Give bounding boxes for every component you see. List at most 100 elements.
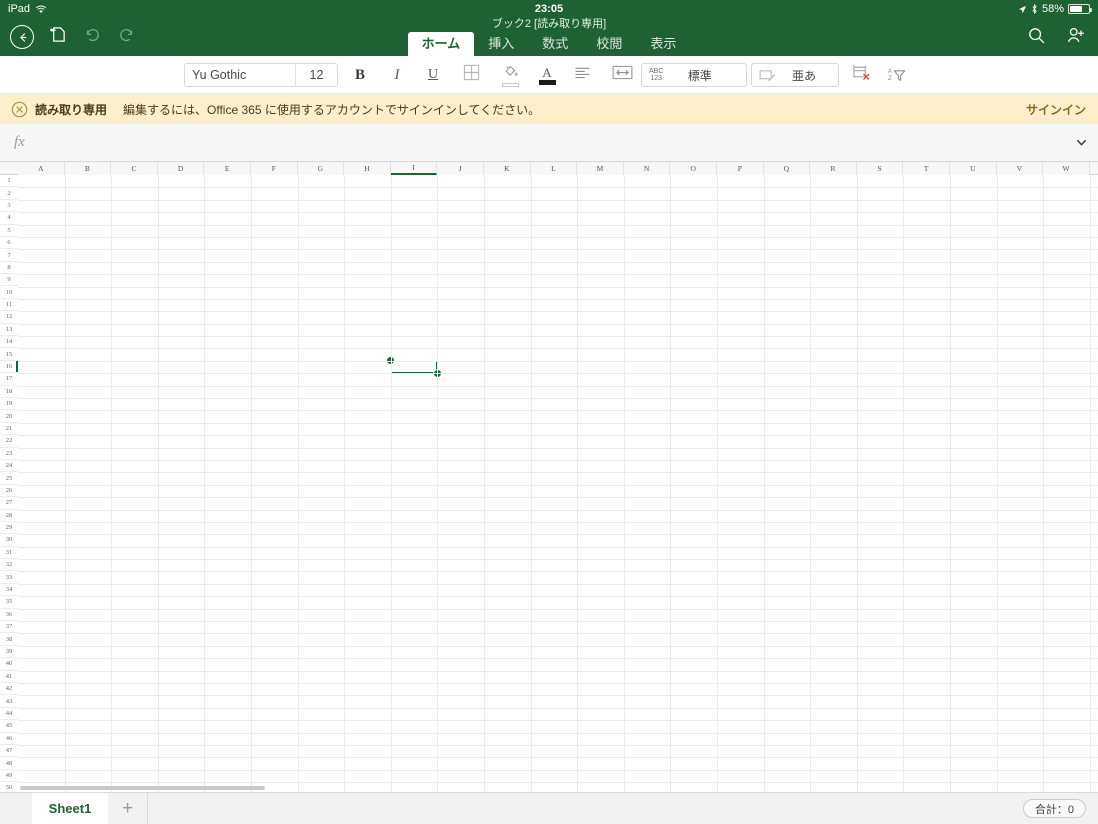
row-header-15[interactable]: 15 <box>0 348 18 361</box>
spreadsheet-grid[interactable]: ABCDEFGHIJKLMNOPQRSTUVW 1 2 3 4 5 6 7 8 9 10 11 12 1… <box>0 162 1098 792</box>
tab-home[interactable]: ホーム <box>407 32 475 56</box>
row-header-43[interactable]: 43 <box>0 695 18 708</box>
row-header-27[interactable]: 27 <box>0 497 18 510</box>
row-header-47[interactable]: 47 <box>0 744 18 758</box>
row-header-13[interactable]: 13 <box>0 323 18 337</box>
row-header-26[interactable]: 26 <box>0 484 18 498</box>
row-header-6[interactable]: 6 <box>0 236 18 250</box>
row-header-32[interactable]: 32 <box>0 559 18 572</box>
column-header-m[interactable]: M <box>577 162 624 175</box>
row-header-11[interactable]: 11 <box>0 298 18 312</box>
share-button[interactable] <box>1064 26 1088 50</box>
row-header-45[interactable]: 45 <box>0 720 18 733</box>
row-header-3[interactable]: 3 <box>0 199 18 213</box>
row-header-29[interactable]: 29 <box>0 521 18 535</box>
row-header-9[interactable]: 9 <box>0 274 18 287</box>
row-header-18[interactable]: 18 <box>0 385 18 398</box>
tab-insert[interactable]: 挿入 <box>474 32 528 56</box>
row-header-44[interactable]: 44 <box>0 707 18 721</box>
row-header-38[interactable]: 38 <box>0 633 18 646</box>
row-header-34[interactable]: 34 <box>0 583 18 597</box>
row-header-21[interactable]: 21 <box>0 422 18 436</box>
borders-button[interactable] <box>459 63 483 87</box>
row-header-48[interactable]: 48 <box>0 757 18 770</box>
row-header-16[interactable]: 16 <box>0 360 18 374</box>
row-header-35[interactable]: 35 <box>0 596 18 609</box>
row-header-36[interactable]: 36 <box>0 608 18 622</box>
clear-button[interactable] <box>849 63 873 87</box>
formula-input[interactable] <box>35 129 1058 157</box>
row-header-41[interactable]: 41 <box>0 670 18 683</box>
row-header-12[interactable]: 12 <box>0 311 18 324</box>
row-header-50[interactable]: 50 <box>0 782 18 792</box>
cell-style-selector[interactable]: 亜あ <box>751 63 839 87</box>
chevron-down-icon[interactable] <box>1064 124 1098 162</box>
selected-cell-outline[interactable] <box>390 360 438 374</box>
row-header-28[interactable]: 28 <box>0 509 18 522</box>
row-header-40[interactable]: 40 <box>0 658 18 671</box>
row-header-1[interactable]: 1 <box>0 175 18 188</box>
row-header-4[interactable]: 4 <box>0 212 18 225</box>
column-header-c[interactable]: C <box>111 162 158 175</box>
tab-view[interactable]: 表示 <box>636 32 690 56</box>
column-header-q[interactable]: Q <box>763 162 811 175</box>
row-header-8[interactable]: 8 <box>0 261 18 275</box>
column-header-j[interactable]: J <box>437 162 484 175</box>
wrap-text-button[interactable] <box>610 63 634 87</box>
align-left-button[interactable] <box>570 63 594 87</box>
row-header-7[interactable]: 7 <box>0 249 18 262</box>
font-color-button[interactable]: A <box>535 63 559 87</box>
column-header-t[interactable]: T <box>903 162 950 175</box>
column-header-k[interactable]: K <box>484 162 531 175</box>
signin-link[interactable]: サインイン <box>1026 101 1086 118</box>
column-header-w[interactable]: W <box>1043 162 1090 175</box>
column-header-b[interactable]: B <box>64 162 112 175</box>
tab-formulas[interactable]: 数式 <box>528 32 582 56</box>
row-header-20[interactable]: 20 <box>0 410 18 423</box>
add-sheet-button[interactable]: + <box>108 793 148 824</box>
tab-review[interactable]: 校閲 <box>582 32 636 56</box>
row-header-46[interactable]: 46 <box>0 732 18 745</box>
row-header-25[interactable]: 25 <box>0 472 18 485</box>
underline-button[interactable]: U <box>421 63 445 87</box>
column-header-g[interactable]: G <box>297 162 345 175</box>
bold-button[interactable]: B <box>348 63 372 87</box>
row-header-22[interactable]: 22 <box>0 435 18 448</box>
row-header-23[interactable]: 23 <box>0 447 18 460</box>
row-header-17[interactable]: 17 <box>0 373 18 386</box>
row-header-5[interactable]: 5 <box>0 224 18 237</box>
column-header-l[interactable]: L <box>530 162 578 175</box>
cell-area[interactable] <box>18 175 1098 792</box>
font-selector[interactable]: Yu Gothic 12 <box>184 63 338 87</box>
search-button[interactable] <box>1024 26 1048 50</box>
column-header-u[interactable]: U <box>950 162 997 175</box>
column-header-s[interactable]: S <box>856 162 904 175</box>
row-header-2[interactable]: 2 <box>0 187 18 200</box>
column-header-v[interactable]: V <box>996 162 1044 175</box>
sheet-tab-sheet1[interactable]: Sheet1 <box>32 793 108 824</box>
column-header-i[interactable]: I <box>390 162 438 175</box>
row-header-19[interactable]: 19 <box>0 398 18 411</box>
column-header-o[interactable]: O <box>670 162 717 175</box>
row-header-39[interactable]: 39 <box>0 645 18 659</box>
horizontal-scrollbar[interactable] <box>20 786 265 790</box>
column-header-r[interactable]: R <box>810 162 857 175</box>
column-header-f[interactable]: F <box>251 162 298 175</box>
column-header-p[interactable]: P <box>717 162 764 175</box>
fill-color-button[interactable] <box>498 63 522 87</box>
number-format-selector[interactable]: ABC 123 標準 <box>641 63 747 87</box>
row-header-37[interactable]: 37 <box>0 621 18 634</box>
column-header-a[interactable]: A <box>18 162 65 175</box>
column-header-d[interactable]: D <box>157 162 205 175</box>
italic-button[interactable]: I <box>385 63 409 87</box>
row-header-33[interactable]: 33 <box>0 571 18 584</box>
row-header-31[interactable]: 31 <box>0 546 18 560</box>
font-name-field[interactable]: Yu Gothic <box>185 68 295 82</box>
font-size-field[interactable]: 12 <box>295 64 337 86</box>
row-header-42[interactable]: 42 <box>0 682 18 696</box>
row-header-14[interactable]: 14 <box>0 336 18 349</box>
sort-filter-button[interactable]: A Z <box>885 63 909 87</box>
row-header-30[interactable]: 30 <box>0 534 18 547</box>
sum-status-badge[interactable]: 合計：0 <box>1022 799 1086 818</box>
column-header-e[interactable]: E <box>204 162 251 175</box>
